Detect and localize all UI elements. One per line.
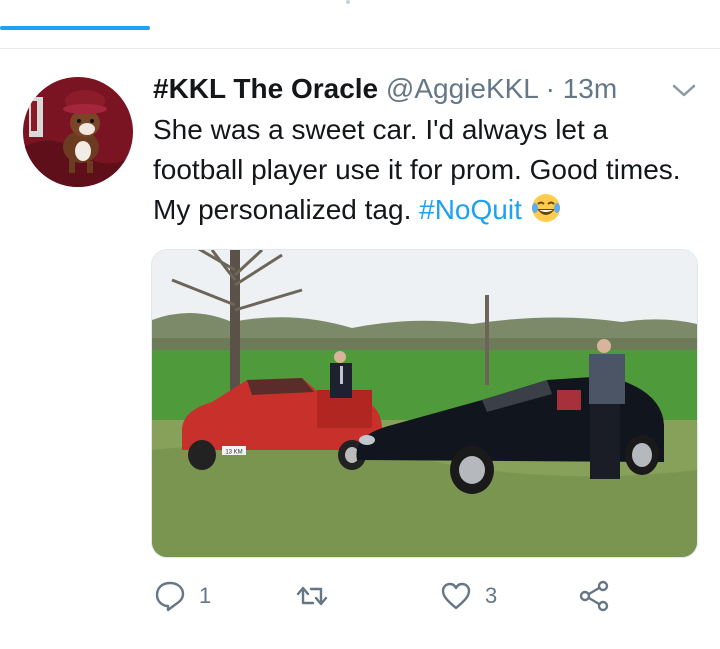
license-plate-text: 13 KM xyxy=(225,450,242,456)
share-button[interactable] xyxy=(577,578,611,614)
tweet-header: #KKL The Oracle @AggieKKL · 13m xyxy=(153,72,617,106)
like-button[interactable]: 3 xyxy=(439,578,497,614)
reply-button[interactable]: 1 xyxy=(153,578,211,614)
cars-photo: 13 KM xyxy=(152,250,697,557)
share-icon xyxy=(579,580,609,612)
retweet-button[interactable] xyxy=(295,578,341,614)
display-name[interactable]: #KKL The Oracle xyxy=(153,73,378,104)
timestamp[interactable]: 13m xyxy=(563,73,617,104)
tab-bar xyxy=(0,0,720,49)
reply-icon xyxy=(155,581,185,612)
reply-count: 1 xyxy=(199,583,212,608)
tweet-photo[interactable]: 13 KM xyxy=(151,249,698,558)
hashtag-link[interactable]: #NoQuit xyxy=(419,194,522,225)
tweet-text: She was a sweet car. I'd always let a fo… xyxy=(153,110,698,230)
like-count: 3 xyxy=(485,583,498,608)
avatar-dog-image xyxy=(23,77,133,187)
tweet-body: She was a sweet car. I'd always let a fo… xyxy=(153,114,681,225)
user-handle[interactable]: @AggieKKL xyxy=(386,73,538,104)
retweet-icon xyxy=(296,586,328,606)
separator: · xyxy=(545,73,555,104)
heart-icon xyxy=(441,582,471,610)
chevron-down-icon[interactable] xyxy=(670,80,698,100)
face-with-tears-of-joy-emoji xyxy=(531,194,560,222)
active-tab-indicator xyxy=(0,26,150,30)
tab-separator-dot xyxy=(346,0,350,4)
avatar[interactable] xyxy=(23,77,133,187)
tweet-actions: 1 3 xyxy=(153,578,698,618)
